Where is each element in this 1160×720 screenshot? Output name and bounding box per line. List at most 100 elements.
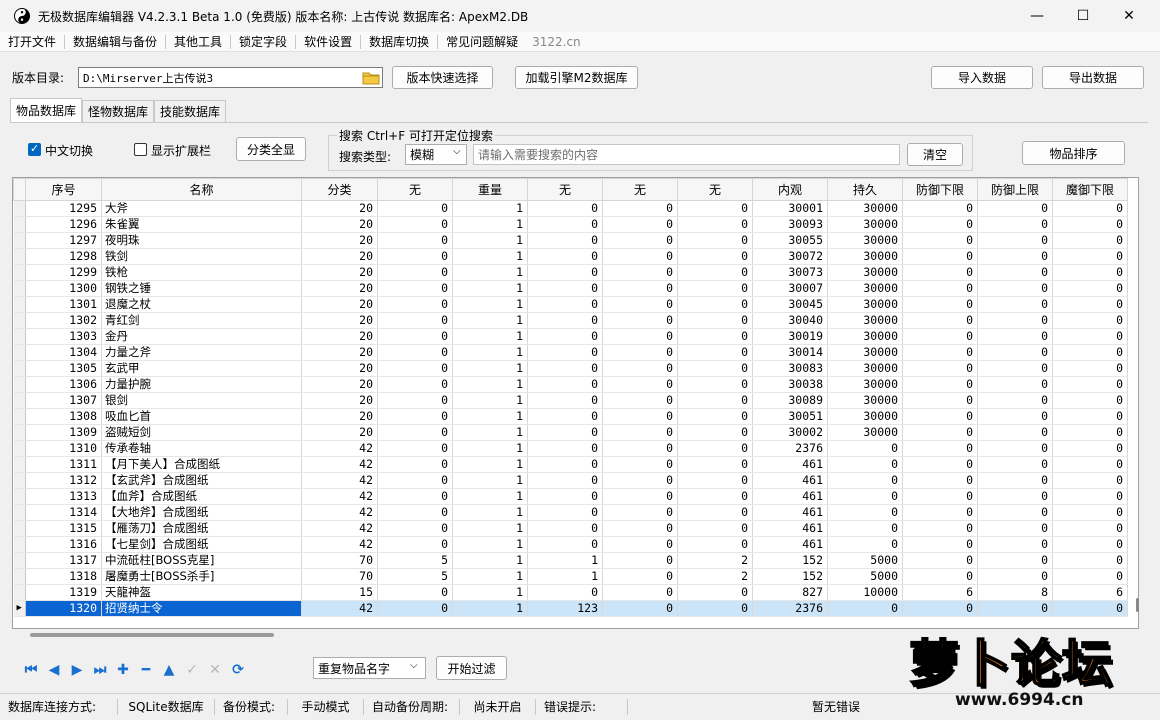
table-cell[interactable]: 42 [301, 520, 378, 537]
table-cell[interactable]: 152 [752, 552, 828, 569]
table-cell[interactable]: 0 [677, 584, 753, 601]
table-cell[interactable]: 0 [902, 296, 978, 313]
row-indicator[interactable] [13, 280, 26, 297]
row-indicator[interactable] [13, 488, 26, 505]
row-indicator[interactable]: ▶ [13, 600, 26, 617]
table-cell[interactable]: 30000 [827, 408, 903, 425]
table-cell[interactable]: 0 [527, 424, 603, 441]
table-cell[interactable]: 0 [902, 232, 978, 249]
table-cell[interactable]: 461 [752, 488, 828, 505]
close-button[interactable]: ✕ [1106, 0, 1152, 32]
table-cell[interactable]: 0 [977, 520, 1053, 537]
table-cell[interactable]: 0 [602, 328, 678, 345]
table-cell[interactable]: 0 [602, 248, 678, 265]
table-cell[interactable]: 0 [902, 200, 978, 217]
table-cell[interactable]: 青红剑 [101, 312, 302, 329]
table-row[interactable]: 1298 铁剑 20 0 1 0 0 0 30072 30000 0 0 0 [13, 248, 1128, 265]
table-cell[interactable]: 【血斧】合成图纸 [101, 488, 302, 505]
table-cell[interactable]: 0 [377, 344, 453, 361]
table-cell[interactable]: 0 [602, 344, 678, 361]
table-cell[interactable]: 1 [452, 344, 528, 361]
table-cell[interactable]: 0 [977, 216, 1053, 233]
delete-record-icon[interactable]: ━ [137, 661, 155, 679]
tab-item-db[interactable]: 物品数据库 [10, 98, 83, 122]
table-cell[interactable]: 2 [677, 568, 753, 585]
row-indicator[interactable] [13, 216, 26, 233]
table-cell[interactable]: 30000 [827, 376, 903, 393]
table-cell[interactable]: 20 [301, 392, 378, 409]
table-cell[interactable]: 1 [452, 280, 528, 297]
table-cell[interactable]: 20 [301, 264, 378, 281]
table-cell[interactable]: 0 [677, 536, 753, 553]
table-cell[interactable]: 1302 [25, 312, 102, 329]
table-cell[interactable]: 0 [1052, 312, 1128, 329]
table-cell[interactable]: 0 [527, 376, 603, 393]
table-cell[interactable]: 0 [377, 392, 453, 409]
table-cell[interactable]: 0 [527, 264, 603, 281]
item-sort-button[interactable]: 物品排序 [1022, 141, 1125, 165]
table-cell[interactable]: 1301 [25, 296, 102, 313]
table-cell[interactable]: 0 [677, 504, 753, 521]
table-row[interactable]: 1305 玄武甲 20 0 1 0 0 0 30083 30000 0 0 0 [13, 360, 1128, 377]
table-cell[interactable]: 0 [1052, 568, 1128, 585]
table-cell[interactable]: 0 [1052, 536, 1128, 553]
table-cell[interactable]: 传承卷轴 [101, 440, 302, 457]
row-indicator[interactable] [13, 232, 26, 249]
table-cell[interactable]: 30000 [827, 264, 903, 281]
table-cell[interactable]: 0 [602, 472, 678, 489]
table-cell[interactable]: 1 [452, 456, 528, 473]
table-cell[interactable]: 0 [827, 456, 903, 473]
menu-site-link[interactable]: 3122.cn [526, 35, 587, 49]
table-cell[interactable]: 1 [452, 600, 528, 617]
table-cell[interactable]: 0 [527, 344, 603, 361]
table-cell[interactable]: 1 [452, 248, 528, 265]
menu-db-switch[interactable]: 数据库切换 [361, 33, 437, 50]
table-row[interactable]: 1301 退魔之杖 20 0 1 0 0 0 30045 30000 0 0 0 [13, 296, 1128, 313]
table-cell[interactable]: 0 [527, 392, 603, 409]
table-row[interactable]: 1306 力量护腕 20 0 1 0 0 0 30038 30000 0 0 0 [13, 376, 1128, 393]
table-cell[interactable]: 0 [677, 312, 753, 329]
table-cell[interactable]: 屠魔勇士[BOSS杀手] [101, 568, 302, 585]
table-cell[interactable]: 0 [527, 232, 603, 249]
table-cell[interactable]: 0 [602, 568, 678, 585]
table-cell[interactable]: 30073 [752, 264, 828, 281]
table-row[interactable]: 1310 传承卷轴 42 0 1 0 0 0 2376 0 0 0 0 [13, 440, 1128, 457]
table-cell[interactable]: 0 [602, 376, 678, 393]
table-row[interactable]: 1307 银剑 20 0 1 0 0 0 30089 30000 0 0 0 [13, 392, 1128, 409]
column-header[interactable]: 魔御下限 [1052, 178, 1128, 201]
table-cell[interactable]: 0 [1052, 264, 1128, 281]
table-cell[interactable]: 0 [977, 328, 1053, 345]
next-record-icon[interactable]: ▶ [68, 661, 86, 679]
table-cell[interactable]: 0 [1052, 200, 1128, 217]
row-indicator[interactable] [13, 520, 26, 537]
table-cell[interactable]: 0 [902, 552, 978, 569]
table-cell[interactable]: 【七星剑】合成图纸 [101, 536, 302, 553]
table-cell[interactable]: 20 [301, 200, 378, 217]
tab-skill-db[interactable]: 技能数据库 [154, 100, 227, 122]
table-cell[interactable]: 20 [301, 248, 378, 265]
table-cell[interactable]: 0 [902, 264, 978, 281]
table-cell[interactable]: 123 [527, 600, 603, 617]
table-cell[interactable]: 42 [301, 488, 378, 505]
table-cell[interactable]: 1320 [25, 600, 102, 617]
table-cell[interactable]: 20 [301, 296, 378, 313]
table-cell[interactable]: 0 [1052, 552, 1128, 569]
table-cell[interactable]: 1296 [25, 216, 102, 233]
table-row[interactable]: 1296 朱雀翼 20 0 1 0 0 0 30093 30000 0 0 0 [13, 216, 1128, 233]
table-row[interactable]: 1316 【七星剑】合成图纸 42 0 1 0 0 0 461 0 0 0 0 [13, 536, 1128, 553]
row-indicator[interactable] [13, 552, 26, 569]
table-cell[interactable]: 0 [902, 456, 978, 473]
table-cell[interactable]: 0 [1052, 248, 1128, 265]
table-cell[interactable]: 1309 [25, 424, 102, 441]
table-cell[interactable]: 0 [977, 312, 1053, 329]
table-cell[interactable]: 0 [527, 328, 603, 345]
table-cell[interactable]: 30000 [827, 328, 903, 345]
folder-icon[interactable] [362, 70, 380, 85]
table-cell[interactable]: 0 [902, 424, 978, 441]
table-cell[interactable]: 0 [527, 520, 603, 537]
version-dir-input[interactable]: D:\Mirserver上古传说3 [78, 67, 383, 88]
table-cell[interactable]: 0 [602, 360, 678, 377]
table-cell[interactable]: 0 [527, 440, 603, 457]
load-m2-db-button[interactable]: 加载引擎M2数据库 [515, 66, 638, 89]
table-cell[interactable]: 70 [301, 568, 378, 585]
